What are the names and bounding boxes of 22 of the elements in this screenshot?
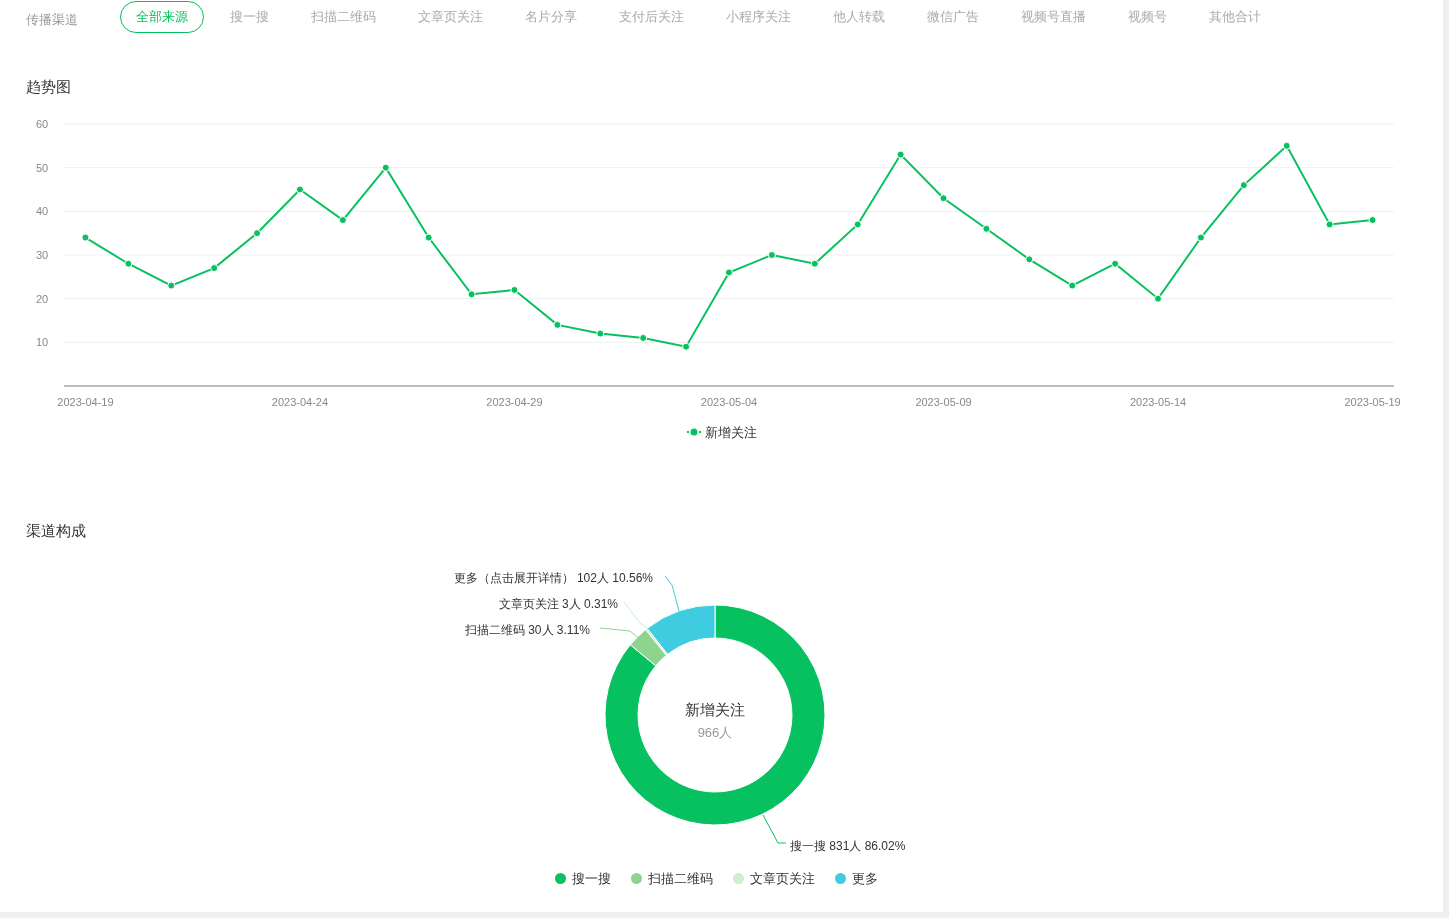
x-axis-label: 2023-05-14 [1129,395,1187,408]
x-axis-label: 2023-04-29 [486,395,543,408]
slice-label: 文章页关注 3人 0.31% [498,596,618,611]
y-axis-label: 50 [36,161,49,174]
x-axis-label: 2023-04-19 [57,395,114,408]
section-title: 渠道构成 [25,521,87,541]
section-title: 趋势图 [25,77,72,97]
y-axis-label: 40 [36,204,49,217]
y-axis-label: 30 [36,248,49,261]
donut-center-title: 新增关注 [685,700,745,718]
slice-label: 搜一搜 831人 86.02% [790,838,906,853]
x-axis-label: 2023-05-19 [1344,395,1401,408]
donut-center-total: 966人 [697,724,733,740]
x-axis-label: 2023-04-24 [271,395,329,408]
y-axis-label: 20 [36,292,49,305]
x-axis-label: 2023-05-09 [915,395,972,408]
x-axis-label: 2023-05-04 [700,395,758,408]
y-axis-label: 10 [36,335,49,348]
slice-label: 扫描二维码 30人 3.11% [464,622,590,637]
y-axis-label: 60 [36,117,49,130]
filter-label: 传播渠道 [26,11,79,30]
slice-label: 更多（点击展开详情） 102人 10.56% [453,570,653,585]
